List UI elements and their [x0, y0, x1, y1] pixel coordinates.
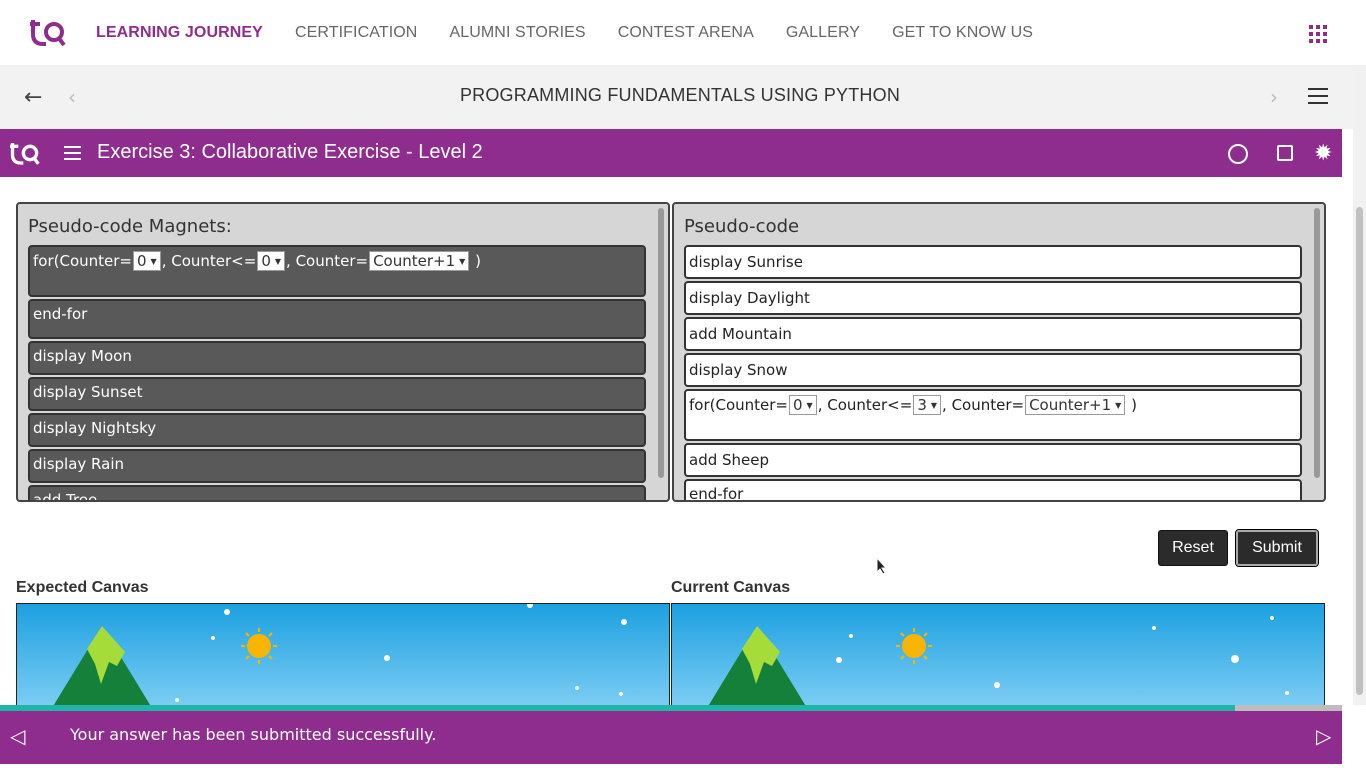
exercise-header: Exercise 3: Collaborative Exercise - Lev… [0, 129, 1342, 177]
magnet-item[interactable]: display Sunset [28, 377, 646, 411]
status-bar: ◁ Your answer has been submitted success… [0, 711, 1342, 764]
magnet-for-loop[interactable]: for(Counter= 0 ▼, Counter<= 0 ▼, Counter= Cou… [28, 245, 646, 297]
for-prefix: for(Counter= [33, 252, 132, 270]
gear-icon[interactable]: ✹ [1314, 141, 1332, 166]
apps-grid-icon[interactable] [1309, 25, 1327, 43]
nav-link-learning-journey[interactable]: LEARNING JOURNEY [80, 24, 279, 42]
caret-down-icon: ▼ [930, 401, 938, 410]
pseudo-code-panel-title: Pseudo-code [684, 216, 800, 237]
pseudo-code-scrollbar[interactable] [1314, 208, 1320, 478]
course-bar: ← ‹ PROGRAMMING FUNDAMENTALS USING PYTHO… [0, 65, 1353, 129]
nav-link-gallery[interactable]: GALLERY [770, 24, 876, 42]
submit-button[interactable]: Submit [1235, 529, 1319, 567]
page-scrollbar[interactable] [1353, 65, 1366, 705]
caret-down-icon: ▼ [274, 257, 282, 266]
exercise-title: Exercise 3: Collaborative Exercise - Lev… [97, 141, 483, 163]
code-line[interactable]: add Sheep [684, 443, 1302, 477]
page-scrollbar-thumb[interactable] [1356, 207, 1363, 695]
start-select[interactable]: 0 ▼ [133, 251, 161, 271]
chevron-right-icon[interactable]: › [1270, 85, 1278, 109]
for-suffix: ) [470, 252, 481, 270]
snowflakes [175, 604, 627, 702]
course-title: PROGRAMMING FUNDAMENTALS USING PYTHON [459, 85, 901, 105]
end-value: 0 [261, 252, 271, 270]
magnets-scrollbar[interactable] [658, 208, 664, 478]
current-canvas [671, 603, 1325, 707]
step-label: , Counter= [942, 396, 1025, 414]
cond-label: , Counter<= [817, 396, 913, 414]
nav-link-alumni-stories[interactable]: ALUMNI STORIES [433, 24, 601, 42]
next-triangle-icon[interactable]: ▷ [1316, 724, 1331, 748]
expected-canvas-label: Expected Canvas [16, 579, 149, 596]
nav-links: LEARNING JOURNEY CERTIFICATION ALUMNI ST… [80, 0, 1049, 65]
pseudo-code-panel: Pseudo-code display Sunrise display Dayl… [672, 202, 1326, 502]
top-navigation: LEARNING JOURNEY CERTIFICATION ALUMNI ST… [0, 0, 1366, 65]
smiley-icon[interactable] [1228, 144, 1248, 164]
status-message: Your answer has been submitted successfu… [70, 725, 437, 744]
exercise-menu-icon[interactable] [64, 146, 81, 164]
caret-down-icon: ▼ [459, 257, 466, 266]
sun-icon [241, 628, 277, 664]
start-value: 0 [793, 396, 803, 414]
menu-icon[interactable] [1308, 88, 1328, 109]
caret-down-icon: ▼ [806, 401, 813, 410]
calendar-icon[interactable] [1277, 145, 1293, 161]
reset-button[interactable]: Reset [1158, 530, 1228, 566]
step-label: , Counter= [286, 252, 369, 270]
logo-icon[interactable] [30, 14, 66, 50]
mountain-icon [708, 626, 806, 706]
step-value: Counter+1 [1029, 396, 1112, 414]
code-line[interactable]: display Daylight [684, 281, 1302, 315]
exercise-logo-icon [10, 143, 40, 165]
end-select[interactable]: 0 ▼ [257, 251, 286, 271]
magnet-item[interactable]: add Tree [28, 485, 646, 500]
expected-canvas [16, 603, 670, 707]
expected-scene [53, 604, 627, 706]
mouse-pointer-icon [876, 557, 888, 575]
nav-link-contest-arena[interactable]: CONTEST ARENA [602, 24, 770, 42]
code-line[interactable]: add Mountain [684, 317, 1302, 351]
step-value: Counter+1 [373, 252, 456, 270]
sun-icon [896, 628, 932, 664]
magnet-item[interactable]: display Rain [28, 449, 646, 483]
for-suffix: ) [1126, 396, 1137, 414]
cond-label: , Counter<= [161, 252, 257, 270]
for-prefix: for(Counter= [689, 396, 788, 414]
step-select[interactable]: Counter+1 ▼ [369, 251, 470, 271]
end-value: 3 [917, 396, 927, 414]
code-for-loop[interactable]: for(Counter= 0 ▼, Counter<= 3 ▼, Counter= Cou… [684, 389, 1302, 441]
start-select[interactable]: 0 ▼ [789, 395, 817, 415]
magnet-item[interactable]: display Moon [28, 341, 646, 375]
previous-triangle-icon[interactable]: ◁ [10, 724, 25, 748]
start-value: 0 [137, 252, 147, 270]
step-select[interactable]: Counter+1 ▼ [1025, 395, 1126, 415]
code-line[interactable]: display Sunrise [684, 245, 1302, 279]
code-line[interactable]: end-for [684, 479, 1302, 500]
nav-link-certification[interactable]: CERTIFICATION [279, 24, 434, 42]
end-select[interactable]: 3 ▼ [913, 395, 942, 415]
caret-down-icon: ▼ [150, 257, 157, 266]
nav-link-get-to-know-us[interactable]: GET TO KNOW US [876, 24, 1049, 42]
current-scene [708, 616, 1289, 706]
snowflakes [836, 616, 1289, 695]
magnet-item[interactable]: display Nightsky [28, 413, 646, 447]
magnets-panel: Pseudo-code Magnets: for(Counter= 0 ▼, Cou… [16, 202, 670, 502]
caret-down-icon: ▼ [1115, 401, 1122, 410]
current-canvas-label: Current Canvas [671, 579, 791, 596]
magnet-item[interactable]: end-for [28, 299, 646, 339]
magnets-panel-title: Pseudo-code Magnets: [28, 216, 232, 237]
mountain-icon [53, 626, 151, 706]
code-line[interactable]: display Snow [684, 353, 1302, 387]
